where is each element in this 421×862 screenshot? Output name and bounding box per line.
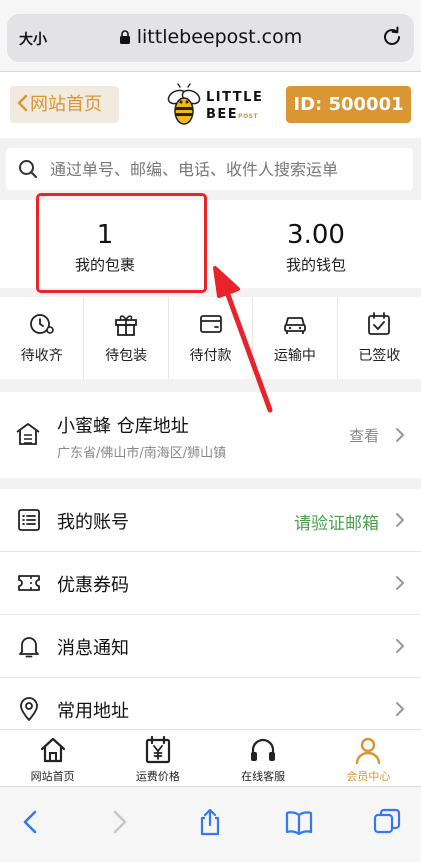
back-icon[interactable]: [16, 807, 46, 837]
status-label: 待收齐: [20, 348, 63, 364]
search-icon: [19, 160, 37, 178]
status-delivered[interactable]: 已签收: [338, 297, 421, 379]
chevron-right-icon: [396, 513, 404, 527]
lock-icon: [119, 30, 130, 44]
search-box[interactable]: [6, 148, 413, 190]
bell-icon: [19, 637, 39, 658]
tab-shipping-rates[interactable]: 运费价格: [105, 730, 210, 786]
tab-label: 网站首页: [30, 770, 75, 783]
menu-label: 常用地址: [57, 701, 129, 722]
warehouse-icon: [16, 423, 40, 445]
status-awaiting-payment[interactable]: 待付款: [169, 297, 254, 379]
packages-label: 我的包裹: [74, 256, 135, 274]
person-icon: [356, 737, 381, 765]
bottom-tab-bar: 网站首页 运费价格 在线客服 会员中心: [0, 729, 421, 786]
status-label: 待付款: [189, 348, 232, 364]
my-wallet-stat[interactable]: 3.00 我的钱包: [211, 200, 421, 288]
tabs-icon[interactable]: [372, 807, 402, 837]
status-in-transit[interactable]: 运输中: [253, 297, 338, 379]
wallet-card-icon: [199, 315, 222, 333]
menu-label: 我的账号: [57, 512, 129, 533]
bookmarks-icon[interactable]: [284, 807, 314, 837]
status-label: 待包装: [105, 348, 148, 364]
search-area: [0, 138, 421, 200]
chevron-right-icon: [396, 702, 404, 716]
logo-line1: LITTLE: [206, 90, 264, 105]
bee-icon: [167, 83, 201, 125]
warehouse-address: 广东省/佛山市/南海区/狮山镇: [57, 446, 227, 461]
stats-panel: 1 我的包裹 3.00 我的钱包: [0, 200, 421, 288]
reload-icon[interactable]: [380, 25, 404, 49]
status-label: 运输中: [273, 348, 316, 364]
gift-icon: [115, 315, 138, 336]
calendar-yen-icon: [145, 735, 170, 764]
warehouse-address-row[interactable]: 小蜜蜂 仓库地址 广东省/佛山市/南海区/狮山镇 查看: [0, 392, 421, 478]
menu-item-notifications[interactable]: 消息通知: [0, 615, 421, 678]
member-id-badge[interactable]: ID: 500001: [286, 86, 411, 123]
browser-address-bar: 大小 littlebeepost.com: [0, 0, 421, 72]
logo-line2: BEE: [206, 107, 239, 122]
menu-label: 消息通知: [57, 638, 129, 659]
list-icon: [18, 509, 40, 531]
tab-customer-service[interactable]: 在线客服: [211, 730, 316, 786]
menu-item-my-account[interactable]: 我的账号 请验证邮箱: [0, 489, 421, 552]
warehouse-title: 小蜜蜂 仓库地址: [57, 416, 189, 437]
logo[interactable]: LITTLE BEEPOST: [164, 83, 263, 129]
wallet-balance: 3.00: [287, 220, 345, 250]
menu-item-coupons[interactable]: 优惠券码: [0, 552, 421, 615]
home-icon: [40, 737, 65, 763]
forward-icon[interactable]: [104, 807, 134, 837]
packages-count: 1: [96, 220, 114, 250]
menu-label: 优惠券码: [57, 575, 129, 596]
tab-label: 会员中心: [346, 770, 391, 783]
back-home-label: 网站首页: [30, 94, 102, 115]
wallet-label: 我的钱包: [285, 256, 346, 274]
status-awaiting-collection[interactable]: 待收齐: [0, 297, 85, 379]
menu-item-addresses[interactable]: 常用地址: [0, 678, 421, 729]
logo-text: LITTLE BEEPOST: [206, 89, 263, 125]
status-awaiting-packing[interactable]: 待包装: [84, 297, 169, 379]
location-pin-icon: [20, 697, 38, 721]
browser-toolbar: [0, 786, 421, 862]
ticket-icon: [18, 575, 40, 591]
calendar-check-icon: [368, 312, 391, 335]
chevron-right-icon: [396, 576, 404, 590]
tab-home[interactable]: 网站首页: [0, 730, 105, 786]
car-icon: [284, 317, 306, 334]
chevron-right-icon: [396, 639, 404, 653]
headphones-icon: [251, 738, 276, 761]
back-home-button[interactable]: 网站首页: [10, 86, 119, 123]
status-label: 已签收: [358, 348, 401, 364]
tab-label: 运费价格: [135, 770, 180, 783]
verify-email-link[interactable]: 请验证邮箱: [294, 509, 379, 534]
account-menu: 我的账号 请验证邮箱 优惠券码 消息通知 常用地址: [0, 489, 421, 729]
url-text: littlebeepost.com: [136, 26, 303, 48]
tab-member-center[interactable]: 会员中心: [316, 730, 421, 786]
order-status-row: 待收齐 待包装 待付款 运输中 已签收: [0, 297, 421, 379]
site-header: 网站首页 LITTLE BEEPOST ID: 500001: [0, 72, 421, 138]
share-icon[interactable]: [195, 807, 225, 837]
search-input[interactable]: [50, 148, 400, 190]
warehouse-view-link[interactable]: 查看: [349, 425, 379, 446]
chevron-left-icon: [17, 94, 28, 112]
clock-gear-icon: [29, 314, 54, 334]
my-packages-stat[interactable]: 1 我的包裹: [0, 200, 210, 288]
logo-post: POST: [238, 113, 259, 120]
url-field[interactable]: 大小 littlebeepost.com: [7, 14, 414, 62]
tab-label: 在线客服: [241, 770, 286, 783]
chevron-right-icon: [396, 428, 404, 442]
